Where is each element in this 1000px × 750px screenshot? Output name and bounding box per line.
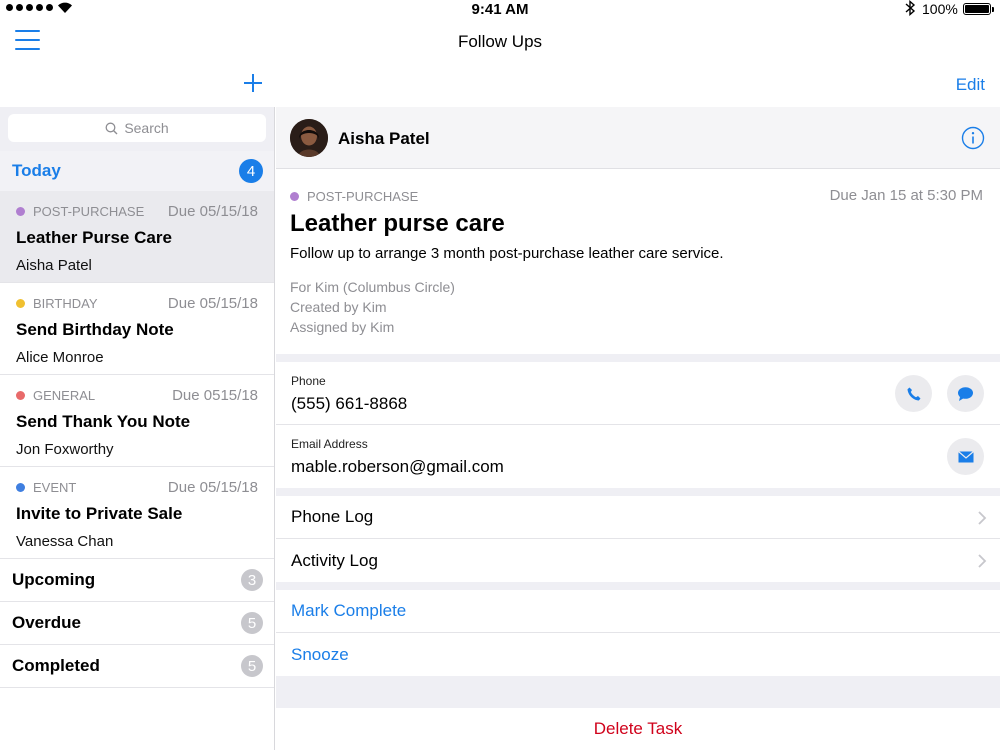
category-dot-icon bbox=[16, 390, 25, 400]
activity-log-row[interactable]: Activity Log bbox=[276, 539, 1000, 582]
category-dot-icon bbox=[16, 298, 25, 308]
category-dot-icon bbox=[290, 192, 299, 201]
phone-number[interactable]: (555) 661-8868 bbox=[291, 394, 407, 414]
search-bar: Search bbox=[0, 107, 274, 151]
phone-row: Phone (555) 661-8868 bbox=[276, 362, 1000, 425]
contact-name: Aisha Patel bbox=[338, 129, 430, 148]
contact-info-section: Phone (555) 661-8868 Email Address mable… bbox=[276, 362, 1000, 488]
group-upcoming[interactable]: Upcoming 3 bbox=[0, 559, 274, 602]
phone-log-row[interactable]: Phone Log bbox=[276, 496, 1000, 539]
toolbar: Edit bbox=[0, 64, 1000, 107]
email-label: Email Address bbox=[291, 437, 368, 451]
status-time: 9:41 AM bbox=[471, 1, 529, 18]
task-due-date: Due 05/15/18 bbox=[167, 295, 258, 312]
delete-task-button[interactable]: Delete Task bbox=[276, 708, 1000, 750]
task-created-by: Created by Kim bbox=[290, 299, 387, 315]
actions-section: Mark Complete Snooze bbox=[276, 590, 1000, 676]
search-icon bbox=[105, 122, 118, 134]
count-badge: 5 bbox=[241, 612, 263, 634]
avatar bbox=[290, 119, 328, 157]
message-icon bbox=[958, 386, 973, 401]
task-for: For Kim (Columbus Circle) bbox=[290, 279, 455, 295]
task-person: Vanessa Chan bbox=[16, 533, 114, 550]
task-category: POST-PURCHASE bbox=[290, 189, 418, 204]
today-count-badge: 4 bbox=[239, 159, 263, 183]
task-list-item[interactable]: EVENT Due 05/15/18 Invite to Private Sal… bbox=[0, 467, 274, 559]
task-due-date: Due Jan 15 at 5:30 PM bbox=[829, 187, 983, 204]
task-detail-card: POST-PURCHASE Due Jan 15 at 5:30 PM Leat… bbox=[276, 169, 1000, 354]
task-title: Send Thank You Note bbox=[16, 412, 191, 431]
task-person: Jon Foxworthy bbox=[16, 441, 114, 458]
today-group-header[interactable]: Today 4 bbox=[0, 151, 274, 191]
search-input[interactable]: Search bbox=[8, 114, 266, 142]
snooze-button[interactable]: Snooze bbox=[276, 633, 1000, 676]
count-badge: 3 bbox=[241, 569, 263, 591]
chevron-right-icon bbox=[978, 554, 987, 568]
battery-percentage: 100% bbox=[922, 1, 958, 17]
edit-button[interactable]: Edit bbox=[956, 75, 985, 95]
task-list-sidebar: Search Today 4 POST-PURCHASE Due 05/15/1… bbox=[0, 107, 275, 750]
email-address[interactable]: mable.roberson@gmail.com bbox=[291, 457, 504, 477]
task-due-date: Due 05/15/18 bbox=[167, 479, 258, 496]
phone-icon bbox=[907, 387, 920, 400]
task-title: Invite to Private Sale bbox=[16, 504, 183, 523]
mark-complete-button[interactable]: Mark Complete bbox=[276, 590, 1000, 633]
chevron-right-icon bbox=[978, 511, 987, 525]
page-title: Follow Ups bbox=[457, 32, 543, 51]
task-detail-title: Leather purse care bbox=[290, 210, 505, 237]
count-badge: 5 bbox=[241, 655, 263, 677]
task-list-item[interactable]: BIRTHDAY Due 05/15/18 Send Birthday Note… bbox=[0, 283, 274, 375]
contact-header[interactable]: Aisha Patel bbox=[276, 107, 1000, 169]
call-button[interactable] bbox=[895, 375, 932, 412]
group-overdue[interactable]: Overdue 5 bbox=[0, 602, 274, 645]
today-label: Today bbox=[12, 161, 61, 180]
task-list-item[interactable]: GENERAL Due 0515/18 Send Thank You Note … bbox=[0, 375, 274, 467]
navigation-bar: Follow Ups bbox=[0, 18, 1000, 64]
bluetooth-icon bbox=[905, 0, 916, 16]
info-icon[interactable] bbox=[961, 126, 985, 150]
task-assigned-by: Assigned by Kim bbox=[290, 319, 395, 335]
task-description: Follow up to arrange 3 month post-purcha… bbox=[290, 245, 724, 262]
message-button[interactable] bbox=[947, 375, 984, 412]
phone-label: Phone bbox=[291, 374, 326, 388]
task-detail-pane: Aisha Patel POST-PURCHASE Due Jan 15 at … bbox=[276, 107, 1000, 750]
task-due-date: Due 05/15/18 bbox=[167, 203, 258, 220]
task-due-date: Due 0515/18 bbox=[172, 387, 258, 404]
email-button[interactable] bbox=[947, 438, 984, 475]
battery-icon bbox=[963, 3, 994, 15]
task-person: Alice Monroe bbox=[16, 349, 104, 366]
search-placeholder: Search bbox=[124, 120, 169, 136]
category-dot-icon bbox=[16, 206, 25, 216]
task-person: Aisha Patel bbox=[16, 257, 92, 274]
group-completed[interactable]: Completed 5 bbox=[0, 645, 274, 688]
envelope-icon bbox=[957, 450, 974, 462]
category-dot-icon bbox=[16, 482, 25, 492]
add-icon[interactable] bbox=[240, 70, 266, 96]
task-title: Send Birthday Note bbox=[16, 320, 174, 339]
email-row: Email Address mable.roberson@gmail.com bbox=[276, 425, 1000, 488]
logs-section: Phone Log Activity Log bbox=[276, 496, 1000, 582]
status-bar: 9:41 AM 100% bbox=[0, 0, 1000, 18]
task-list-item[interactable]: POST-PURCHASE Due 05/15/18 Leather Purse… bbox=[0, 191, 274, 283]
task-title: Leather Purse Care bbox=[16, 228, 172, 247]
